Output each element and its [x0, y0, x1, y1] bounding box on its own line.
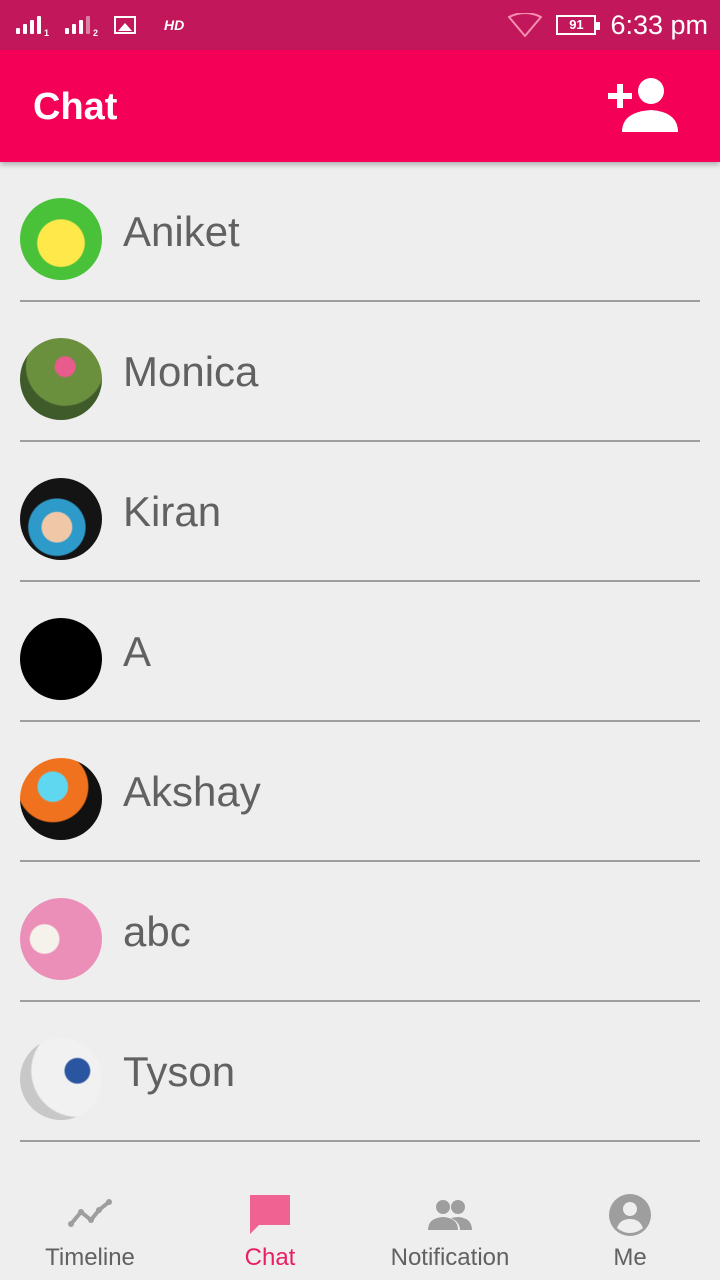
app-bar: Chat: [0, 50, 720, 162]
nav-label: Notification: [390, 1244, 510, 1271]
chat-list-item[interactable]: abc: [0, 862, 720, 1002]
chat-list-item[interactable]: Tyson: [0, 1002, 720, 1142]
hd-indicator: HD: [164, 17, 185, 33]
nav-me[interactable]: Me: [540, 1180, 720, 1280]
wifi-icon: [508, 13, 543, 37]
contact-name: Monica: [123, 348, 259, 395]
contact-name: Kiran: [123, 488, 222, 535]
nav-label: Chat: [244, 1244, 296, 1271]
avatar: [20, 478, 102, 560]
image-notification-icon: [114, 16, 136, 34]
battery-icon: 91: [556, 15, 601, 35]
nav-label: Timeline: [45, 1244, 135, 1271]
contact-name: A: [123, 628, 152, 675]
status-right: 91 6:33 pm: [508, 8, 708, 42]
add-contact-icon[interactable]: [606, 74, 680, 138]
status-left: 1 2 HD: [16, 10, 184, 40]
contact-name: Aniket: [123, 208, 240, 255]
contact-name: abc: [123, 908, 191, 955]
bottom-nav: Timeline Chat Notification Me: [0, 1180, 720, 1280]
page-title: Chat: [33, 86, 118, 128]
signal-sim2-icon: 2: [65, 16, 98, 38]
timeline-icon: [68, 1199, 112, 1227]
battery-level: 91: [569, 17, 584, 32]
avatar: [20, 618, 102, 700]
chat-list-item[interactable]: Akshay: [0, 722, 720, 862]
nav-notification[interactable]: Notification: [360, 1180, 540, 1280]
people-icon: [428, 1200, 472, 1230]
chat-icon: [250, 1195, 290, 1234]
avatar: [20, 898, 102, 980]
status-bar: 1 2 HD 91 6:33 pm: [0, 0, 720, 50]
account-circle-icon: [609, 1194, 651, 1236]
chat-list-item[interactable]: Aniket: [0, 162, 720, 302]
contact-name: Akshay: [123, 768, 261, 815]
nav-label: Me: [613, 1244, 647, 1271]
status-time: 6:33 pm: [610, 9, 708, 40]
chat-list: Aniket Monica Kiran A Akshay abc Tyson: [0, 162, 720, 1142]
signal-sim1-icon: 1: [16, 16, 49, 38]
chat-list-item[interactable]: Kiran: [0, 442, 720, 582]
nav-chat[interactable]: Chat: [180, 1180, 360, 1280]
avatar: [20, 198, 102, 280]
contact-name: Tyson: [123, 1048, 236, 1095]
chat-list-item[interactable]: A: [0, 582, 720, 722]
avatar: [20, 1038, 102, 1120]
avatar: [20, 338, 102, 420]
divider: [20, 1140, 700, 1142]
avatar: [20, 758, 102, 840]
chat-list-item[interactable]: Monica: [0, 302, 720, 442]
nav-timeline[interactable]: Timeline: [0, 1180, 180, 1280]
